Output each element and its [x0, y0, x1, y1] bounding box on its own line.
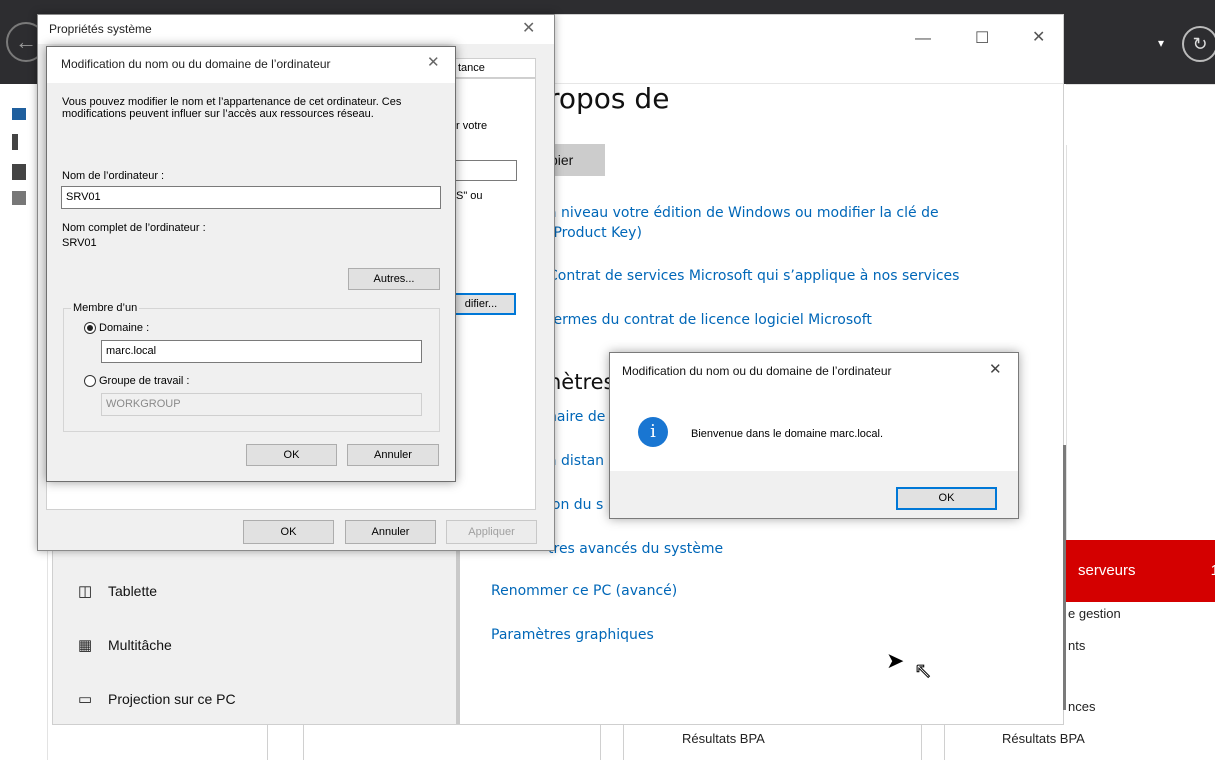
notification-dropdown-icon[interactable]: ▾ — [1158, 36, 1164, 50]
servers-tile-header[interactable]: serveurs 1 — [1066, 540, 1215, 602]
text-fragment: S" ou — [456, 190, 483, 202]
domain-radio[interactable] — [84, 322, 96, 334]
member-of-label: Membre d’un — [71, 302, 140, 314]
ok-button[interactable]: OK — [243, 520, 334, 544]
bpa-results-link[interactable]: Résultats BPA — [682, 731, 765, 746]
license-terms-link[interactable]: termes du contrat de licence logiciel Mi… — [548, 309, 872, 331]
refresh-icon[interactable]: ↻ — [1182, 26, 1215, 62]
tab-label: tance — [458, 62, 485, 74]
cancel-button[interactable]: Annuler — [345, 520, 436, 544]
full-name-label: Nom complet de l’ordinateur : — [62, 222, 206, 234]
remote-link[interactable]: à distan — [548, 450, 604, 472]
performance-link[interactable]: nces — [1068, 699, 1095, 714]
nav-item-label: Projection sur ce PC — [108, 691, 236, 707]
tile-divider — [600, 720, 601, 760]
description-fragment: r votre — [456, 120, 488, 132]
services-agreement-link[interactable]: Contrat de services Microsoft qui s’appl… — [548, 265, 959, 287]
tab-remote[interactable]: tance — [454, 58, 536, 78]
rename-description: Vous pouvez modifier le nom et l’apparte… — [62, 96, 402, 120]
domain-link[interactable]: naire de — [548, 406, 605, 428]
domain-label: Domaine : — [99, 322, 150, 334]
modify-button[interactable]: difier... — [446, 293, 516, 315]
mouse-cursor-icon: ➤ — [886, 648, 905, 673]
tile-divider — [303, 720, 304, 760]
close-icon[interactable]: ✕ — [427, 53, 440, 71]
servers-tile-label: serveurs — [1078, 562, 1136, 579]
nav-item-label: Multitâche — [108, 637, 172, 653]
workgroup-input: WORKGROUP — [101, 393, 422, 416]
related-settings-heading: nètres — [548, 370, 615, 394]
product-key-link[interactable]: (Product Key) — [548, 222, 642, 244]
nav-item-multitask[interactable]: ▦ Multitâche — [78, 636, 172, 654]
nav-item-projection[interactable]: ▭ Projection sur ce PC — [78, 690, 236, 708]
full-name-value: SRV01 — [62, 237, 97, 249]
description-field[interactable] — [454, 160, 517, 181]
tile-divider — [921, 720, 922, 760]
projection-icon: ▭ — [78, 691, 93, 708]
minimize-icon[interactable]: — — [915, 30, 931, 48]
divider — [1066, 84, 1215, 85]
system-protection-link[interactable]: ion du s — [548, 494, 603, 516]
close-icon[interactable]: ✕ — [989, 360, 1002, 378]
servers-count: 1 — [1210, 562, 1215, 579]
advanced-system-settings-link[interactable]: tres avancés du système — [548, 538, 723, 560]
ok-button[interactable]: OK — [896, 487, 997, 510]
welcome-message: Bienvenue dans le domaine marc.local. — [691, 428, 884, 440]
workgroup-radio[interactable] — [84, 375, 96, 387]
manageability-link[interactable]: e gestion — [1068, 606, 1121, 621]
bpa-results-link[interactable]: Résultats BPA — [1002, 731, 1085, 746]
apply-button: Appliquer — [446, 520, 537, 544]
close-icon[interactable]: ✕ — [522, 18, 535, 38]
domain-input[interactable]: marc.local — [101, 340, 422, 363]
close-icon[interactable]: ✕ — [1032, 27, 1045, 47]
upgrade-edition-link[interactable]: à niveau votre édition de Windows ou mod… — [548, 202, 939, 224]
nav-item-label: Tablette — [108, 583, 158, 599]
local-server-icon[interactable] — [12, 134, 18, 150]
divider — [1066, 145, 1067, 540]
dialog-title: Modification du nom ou du domaine de l’o… — [61, 57, 331, 71]
mouse-cursor-icon: ↖ — [913, 658, 933, 684]
tablet-icon: ◫ — [78, 583, 93, 600]
file-services-icon[interactable] — [12, 191, 26, 205]
dialog-title: Propriétés système — [49, 22, 152, 36]
dialog-title: Modification du nom ou du domaine de l’o… — [622, 364, 892, 378]
page-title: ropos de — [548, 82, 670, 115]
computer-name-label: Nom de l’ordinateur : — [62, 170, 165, 182]
events-link[interactable]: nts — [1068, 638, 1085, 653]
nav-item-tablet[interactable]: ◫ Tablette — [78, 582, 157, 600]
more-button[interactable]: Autres... — [348, 268, 440, 290]
info-icon: i — [638, 417, 668, 447]
multitask-icon: ▦ — [78, 637, 93, 654]
computer-name-input[interactable]: SRV01 — [61, 186, 441, 209]
maximize-icon[interactable]: ☐ — [975, 28, 989, 48]
cancel-button[interactable]: Annuler — [347, 444, 439, 466]
graphics-settings-link[interactable]: Paramètres graphiques — [491, 624, 654, 646]
tile-divider — [944, 720, 945, 760]
tile-divider — [267, 720, 268, 760]
all-servers-icon[interactable] — [12, 164, 26, 180]
rename-pc-advanced-link[interactable]: Renommer ce PC (avancé) — [491, 580, 677, 602]
tile-divider — [623, 720, 624, 760]
copy-button[interactable]: pier — [548, 144, 605, 176]
ok-button[interactable]: OK — [246, 444, 337, 466]
dashboard-icon[interactable] — [12, 108, 26, 120]
workgroup-label: Groupe de travail : — [99, 375, 190, 387]
